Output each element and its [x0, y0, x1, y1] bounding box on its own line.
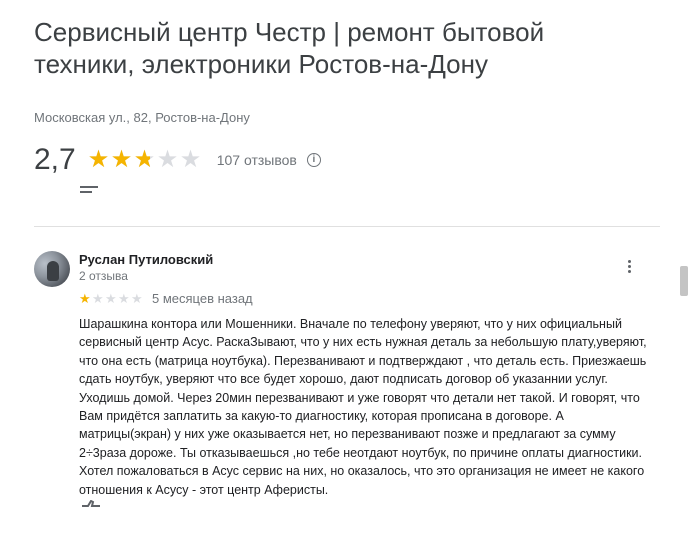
business-title: Сервисный центр Честр | ремонт бытовой т… — [34, 17, 545, 79]
more-vert-icon[interactable] — [626, 260, 632, 276]
review-date: 5 месяцев назад — [152, 291, 253, 306]
avatar[interactable] — [34, 251, 70, 287]
star-icon: ★ — [92, 291, 104, 306]
business-address: Московская ул., 82, Ростов-на-Дону — [34, 110, 250, 125]
review-text-line: отношения к Асусу - этот центр Аферисты. — [79, 482, 329, 497]
rating-value: 2,7 — [34, 143, 76, 176]
star-icon: ★ — [131, 291, 143, 306]
review-author-meta: 2 отзыва — [79, 269, 128, 283]
sort-icon[interactable] — [80, 186, 98, 194]
review-count-link[interactable]: 107 отзывов — [217, 152, 297, 168]
review-text-line: что она есть (матрица ноутбука). Перезва… — [79, 353, 647, 368]
review-text: Шарашкина контора или Мошенники. Вначале… — [79, 315, 659, 499]
rating-summary: 2,7 ★ ★ ★ ★ ★ ★ ★ ★ 107 отзывов i — [34, 140, 321, 180]
review-text-line: сервисный центр Асус. РаскаЗывают, что у… — [79, 335, 647, 350]
review-stars: ★ ★ ★ ★ ★ — [79, 292, 144, 305]
review-text-line: Вам придётся заплатить за какую-то диагн… — [79, 409, 564, 424]
review-text-line: Хотел пожаловаться в Асус сервис на них,… — [79, 464, 645, 479]
star-icon: ★ — [105, 291, 117, 306]
review-text-line: Уходишь домой. Через 20мин перезванивают… — [79, 390, 640, 405]
review-text-line: 2÷3раза дороже. Ты отказываешься ,но теб… — [79, 445, 642, 460]
review-text-line: матрицы(экран) у них уже оказывается нет… — [79, 427, 616, 442]
review-text-line: Шарашкина контора или Мошенники. Вначале… — [79, 317, 622, 331]
review-text-line: сдать ноутбук, уверяют что все будет хор… — [79, 372, 608, 387]
star-icon: ★ — [118, 291, 130, 306]
info-icon[interactable]: i — [306, 153, 321, 167]
rating-stars: ★ ★ ★ ★ ★ ★ ★ ★ — [88, 148, 203, 172]
thumb-up-icon[interactable] — [80, 500, 102, 512]
star-icon: ★ ★ — [87, 146, 110, 173]
star-icon: ★ — [79, 291, 91, 306]
star-icon: ★ — [156, 146, 179, 173]
star-icon: ★ ★ — [110, 146, 133, 173]
star-icon: ★ — [179, 146, 202, 173]
divider — [34, 226, 660, 227]
scrollbar[interactable] — [680, 266, 688, 296]
review-rating: ★ ★ ★ ★ ★ 5 месяцев назад — [79, 291, 253, 306]
star-icon: ★ ★ — [133, 146, 156, 173]
review-author-name[interactable]: Руслан Путиловский — [79, 252, 213, 267]
